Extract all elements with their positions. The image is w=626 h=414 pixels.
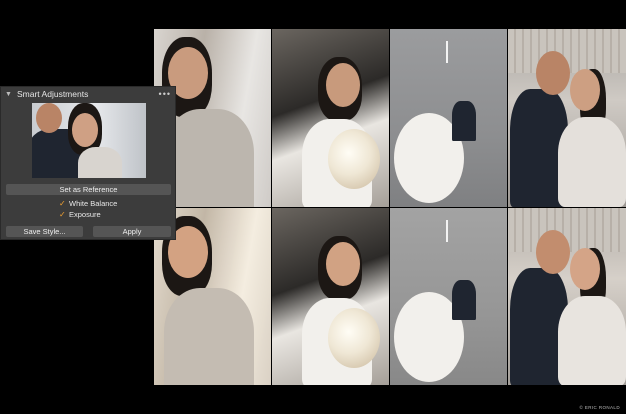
exposure-label: Exposure <box>69 210 101 219</box>
apply-button[interactable]: Apply <box>93 226 171 237</box>
panel-title: Smart Adjustments <box>17 89 89 99</box>
photo-thumbnail[interactable] <box>390 208 507 385</box>
reference-thumbnail <box>32 103 146 178</box>
photo-thumbnail[interactable] <box>508 208 626 385</box>
photo-thumbnail[interactable] <box>272 208 389 385</box>
checkmark-icon[interactable]: ✓ <box>59 210 69 219</box>
panel-header: ▼ Smart Adjustments ••• <box>1 87 175 101</box>
save-style-button[interactable]: Save Style... <box>6 226 83 237</box>
photo-thumbnail[interactable] <box>272 29 389 207</box>
photo-thumbnail[interactable] <box>508 29 626 207</box>
smart-adjustments-panel: ▼ Smart Adjustments ••• Set as Reference… <box>0 86 176 240</box>
set-as-reference-button[interactable]: Set as Reference <box>6 184 171 195</box>
more-icon[interactable]: ••• <box>159 89 171 99</box>
chevron-down-icon[interactable]: ▼ <box>5 91 13 98</box>
white-balance-option[interactable]: ✓ White Balance <box>59 199 117 208</box>
exposure-option[interactable]: ✓ Exposure <box>59 210 101 219</box>
photo-thumbnail[interactable] <box>390 29 507 207</box>
photo-credit: © ERIC RONALD <box>579 405 620 410</box>
photo-grid <box>154 29 626 385</box>
white-balance-label: White Balance <box>69 199 118 208</box>
checkmark-icon[interactable]: ✓ <box>59 199 69 208</box>
